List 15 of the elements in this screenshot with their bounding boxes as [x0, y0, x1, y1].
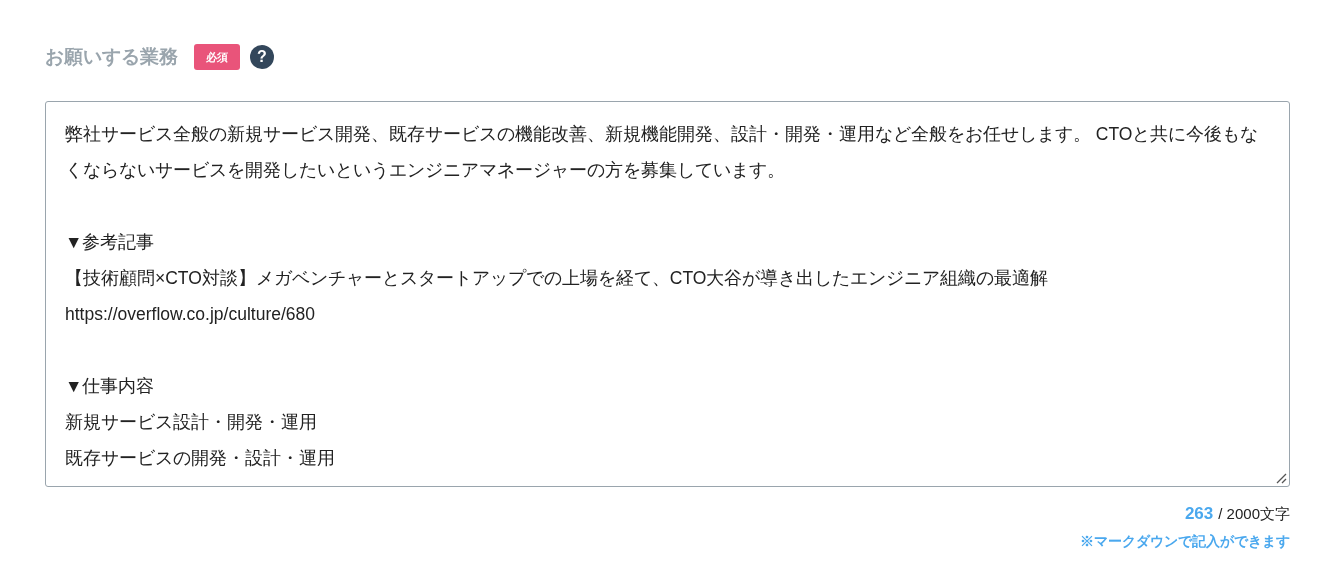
character-limit: / 2000文字	[1218, 504, 1290, 524]
field-label: お願いする業務	[45, 44, 178, 69]
text-line: 既存サービスの開発・設計・運用	[65, 447, 336, 470]
text-line: 【技術顧問×CTO対談】メガベンチャーとスタートアップでの上場を経て、CTO大谷が導き出したエンジニア組織の最適解	[65, 267, 1050, 290]
help-icon[interactable]: ?	[250, 45, 274, 69]
text-area[interactable]	[45, 101, 1290, 487]
text-line: ▼参考記事	[65, 231, 156, 254]
text-line: ▼仕事内容	[65, 375, 156, 398]
character-count: 263	[1184, 503, 1214, 525]
required-badge: 必須	[194, 44, 240, 70]
text-line: 弊社サービス全般の新規サービス開発、既存サービスの機能改善、新規機能開発、設計・開発・運用など全般をお任せします。 CTOと共に今後もなくならないサービスを開発したいというエンジニアマネージャーの方を募集しています。	[65, 123, 1260, 182]
text-line: https://overflow.co.jp/culture/680	[65, 303, 316, 326]
markdown-note: ※マークダウンで記入ができます	[1080, 531, 1290, 551]
resize-handle-icon[interactable]	[1275, 472, 1287, 484]
text-line: 新規サービス設計・開発・運用	[65, 411, 318, 434]
